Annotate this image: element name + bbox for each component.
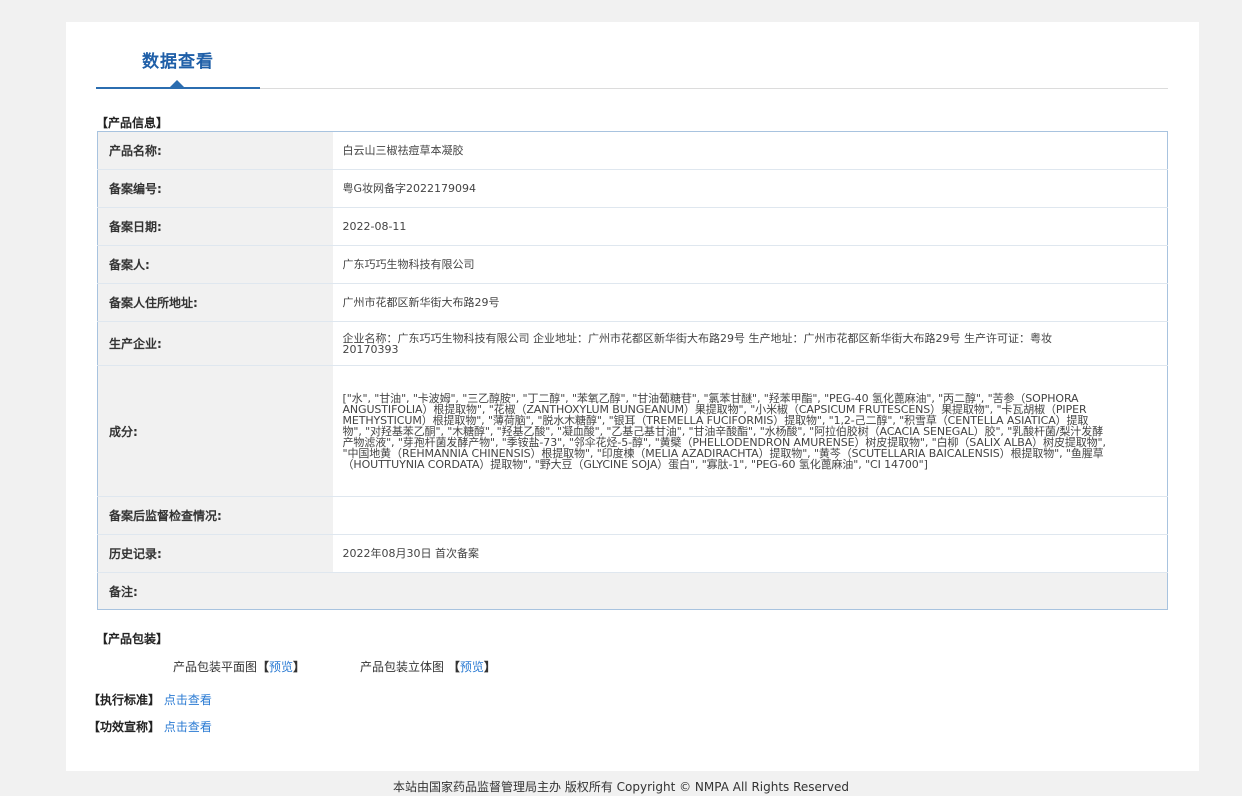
standard-row: 【执行标准】 点击查看 bbox=[88, 691, 212, 708]
bracket-open: 【 bbox=[447, 660, 460, 674]
tab-bar: 数据查看 bbox=[96, 22, 1168, 89]
efficacy-view-link[interactable]: 点击查看 bbox=[164, 720, 212, 734]
bracket-close: 】 bbox=[483, 660, 496, 674]
row-label: 备案日期: bbox=[97, 207, 333, 246]
table-row: 历史记录: 2022年08月30日 首次备案 bbox=[97, 534, 1168, 573]
table-row: 备案编号: 粤G妆网备字2022179094 bbox=[97, 169, 1168, 208]
row-value: 企业名称：广东巧巧生物科技有限公司 企业地址：广州市花都区新华街大布路29号 生… bbox=[332, 321, 1168, 366]
table-row: 备案人住所地址: 广州市花都区新华街大布路29号 bbox=[97, 283, 1168, 322]
footer: 本站由国家药品监督管理局主办 版权所有 Copyright © NMPA All… bbox=[393, 780, 849, 794]
standard-view-link[interactable]: 点击查看 bbox=[164, 693, 212, 707]
table-row: 备案日期: 2022-08-11 bbox=[97, 207, 1168, 246]
product-info-title: 【产品信息】 bbox=[96, 116, 169, 130]
row-value: 白云山三椒祛痘草本凝胶 bbox=[332, 131, 1168, 170]
product-info-table: 产品名称: 白云山三椒祛痘草本凝胶 备案编号: 粤G妆网备字2022179094… bbox=[97, 131, 1168, 610]
efficacy-row: 【功效宣称】 点击查看 bbox=[88, 718, 212, 735]
packaging-title: 【产品包装】 bbox=[96, 632, 169, 646]
content-panel: 数据查看 【产品信息】 产品名称: 白云山三椒祛痘草本凝胶 备案编号: 粤G妆网… bbox=[66, 22, 1199, 771]
row-label: 生产企业: bbox=[97, 321, 333, 366]
table-row: 备注: bbox=[97, 572, 1168, 610]
table-row: 备案后监督检查情况: bbox=[97, 496, 1168, 535]
row-value: 2022-08-11 bbox=[332, 207, 1168, 246]
ingredients-value: ["水", "甘油", "卡波姆", "三乙醇胺", "丁二醇", "苯氧乙醇"… bbox=[332, 365, 1168, 497]
table-row: 备案人: 广东巧巧生物科技有限公司 bbox=[97, 245, 1168, 284]
bracket-open: 【 bbox=[257, 660, 270, 674]
row-label: 历史记录: bbox=[97, 534, 333, 573]
tab-label: 数据查看 bbox=[142, 52, 214, 72]
standard-label: 【执行标准】 bbox=[88, 693, 161, 707]
efficacy-label: 【功效宣称】 bbox=[88, 720, 161, 734]
bracket-close: 】 bbox=[293, 660, 306, 674]
tab-caret-icon bbox=[170, 80, 184, 87]
row-label: 备注: bbox=[97, 572, 333, 610]
table-row: 成分: ["水", "甘油", "卡波姆", "三乙醇胺", "丁二醇", "苯… bbox=[97, 365, 1168, 497]
preview-flat-link[interactable]: 预览 bbox=[269, 660, 293, 674]
row-label: 产品名称: bbox=[97, 131, 333, 170]
preview-solid-link[interactable]: 预览 bbox=[460, 660, 484, 674]
row-value: 粤G妆网备字2022179094 bbox=[332, 169, 1168, 208]
packaging-flat-label: 产品包装平面图 bbox=[173, 660, 258, 674]
row-label: 备案人: bbox=[97, 245, 333, 284]
row-label: 备案后监督检查情况: bbox=[97, 496, 333, 535]
packaging-solid-label: 产品包装立体图 bbox=[360, 660, 445, 674]
packaging-solid: 产品包装立体图 【预览】 bbox=[360, 658, 496, 675]
row-label: 成分: bbox=[97, 365, 333, 497]
table-row: 生产企业: 企业名称：广东巧巧生物科技有限公司 企业地址：广州市花都区新华街大布… bbox=[97, 321, 1168, 366]
row-value: 广州市花都区新华街大布路29号 bbox=[332, 283, 1168, 322]
row-value bbox=[332, 572, 1168, 610]
tab-data-view[interactable]: 数据查看 bbox=[96, 22, 260, 89]
row-value: 2022年08月30日 首次备案 bbox=[332, 534, 1168, 573]
row-label: 备案编号: bbox=[97, 169, 333, 208]
packaging-flat: 产品包装平面图【预览】 bbox=[173, 658, 305, 675]
row-value: 广东巧巧生物科技有限公司 bbox=[332, 245, 1168, 284]
row-value bbox=[332, 496, 1168, 535]
table-row: 产品名称: 白云山三椒祛痘草本凝胶 bbox=[97, 131, 1168, 170]
row-label: 备案人住所地址: bbox=[97, 283, 333, 322]
